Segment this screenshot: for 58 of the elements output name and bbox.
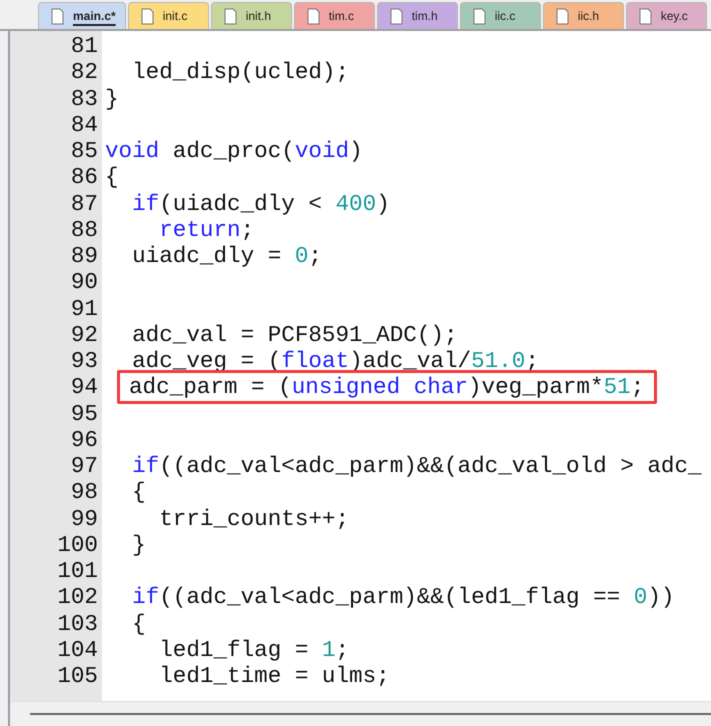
line-number: 105 [56,663,99,690]
line-number: 102 [56,584,99,610]
file-tab[interactable]: init.c [128,2,209,29]
code-line: if(uiadc_dly < 400) [131,190,390,217]
line-number: 86 [70,164,99,190]
code-line: led_disp(ucled); [131,59,350,86]
file-icon [556,8,569,24]
line-number: 83 [70,86,99,112]
file-tab[interactable]: key.c [626,2,707,29]
file-icon [140,8,154,24]
line-number: 103 [56,610,99,637]
file-icon [472,8,486,24]
code-line: { [104,164,119,190]
line-number: 95 [70,400,99,427]
code-line: return; [158,216,254,243]
file-icon [306,8,320,24]
line-number: 87 [70,190,99,217]
code-line: adc_val = PCF8591_ADC(); [131,322,458,348]
code-line: } [131,532,146,558]
line-number: 91 [70,296,99,322]
horizontal-scrollbar[interactable] [10,701,711,726]
file-icon [390,8,403,24]
line-number: 89 [70,243,99,270]
line-number: 98 [70,479,99,506]
line-number: 90 [70,269,99,296]
file-icon [638,8,652,24]
line-number: 93 [70,348,99,374]
line-number: 99 [70,506,99,532]
line-number: 101 [56,558,99,584]
line-number: 88 [70,216,99,243]
line-number: 100 [56,532,99,558]
code-line: { [131,479,146,506]
code-line: trri_counts++; [158,506,350,532]
line-number: 97 [70,453,99,480]
file-tab[interactable]: tim.h [376,2,458,29]
file-tab[interactable]: init.h [210,2,292,29]
file-tab[interactable]: tim.c [294,2,375,29]
file-icon [51,8,64,24]
code-line: uiadc_dly = 0; [131,243,322,270]
file-tab[interactable]: main.c* [38,2,126,29]
code-line: { [131,610,146,637]
file-icon [224,8,237,24]
file-tab[interactable]: iic.h [542,2,624,29]
line-number: 94 [70,374,99,400]
code-line: } [104,86,119,112]
line-number: 82 [70,59,99,86]
line-number: 104 [56,636,99,663]
line-number: 92 [70,322,99,348]
file-tab[interactable]: iic.c [460,2,541,29]
line-number: 85 [70,138,99,164]
line-number: 84 [70,112,99,138]
line-number: 81 [70,33,99,60]
line-number: 96 [70,426,99,453]
code-line: void adc_proc(void) [104,138,363,164]
code-line: if((adc_val<adc_parm)&&(led1_flag == 0)) [131,584,674,610]
code-line: if((adc_val<adc_parm)&&(adc_val_old > adc_ [131,453,702,480]
code-line: led1_time = ulms; [158,663,390,690]
code-line: led1_flag = 1; [158,636,350,663]
